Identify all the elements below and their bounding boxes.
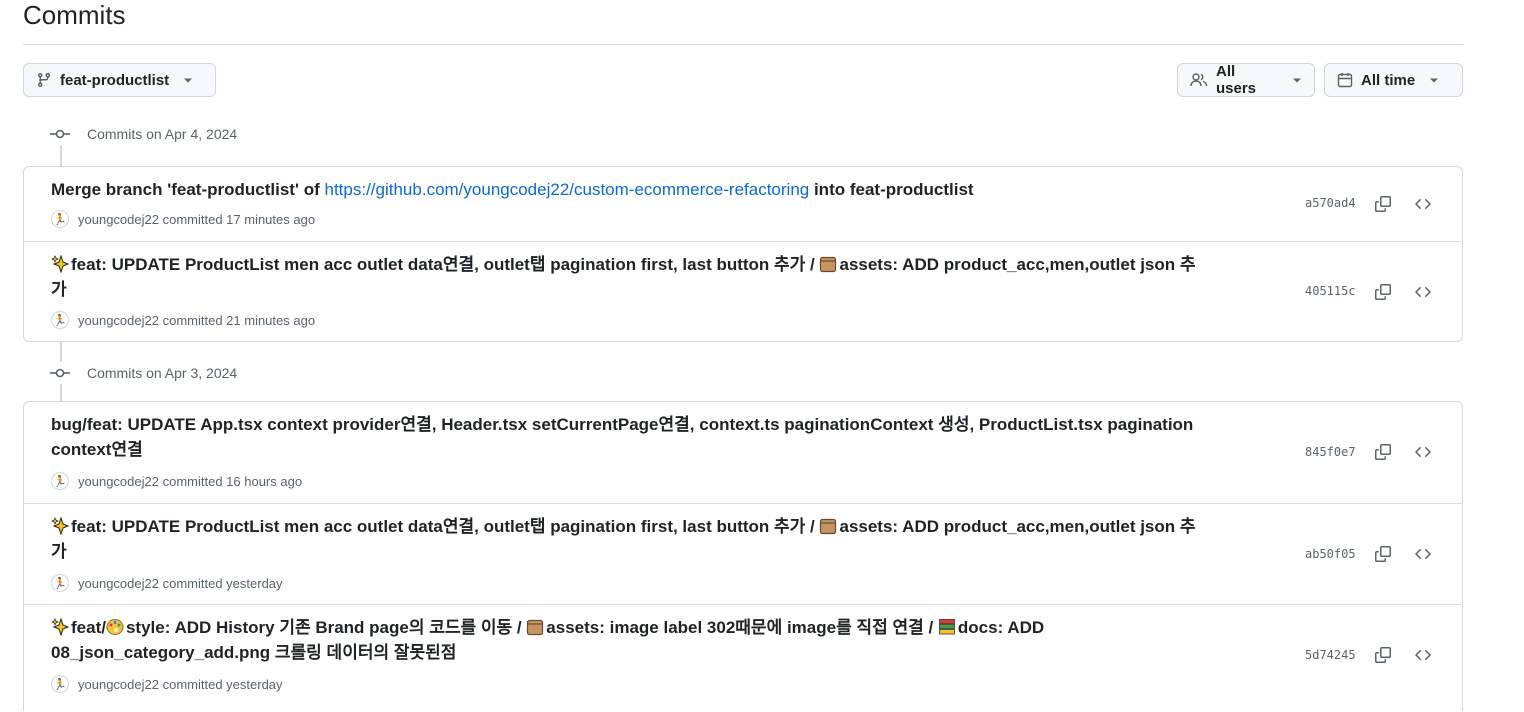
page-title: Commits bbox=[23, 0, 126, 30]
people-icon bbox=[1190, 72, 1208, 88]
package-emoji bbox=[819, 255, 837, 273]
git-commit-icon bbox=[50, 365, 70, 381]
avatar[interactable]: 🏃 bbox=[51, 311, 69, 329]
git-branch-icon bbox=[36, 72, 52, 88]
author-name[interactable]: youngcodej22 bbox=[78, 576, 159, 591]
palette-emoji bbox=[106, 618, 124, 636]
avatar[interactable]: 🏃 bbox=[51, 210, 69, 228]
author-name[interactable]: youngcodej22 bbox=[78, 677, 159, 692]
commit-list: Merge branch 'feat-productlist' of https… bbox=[23, 166, 1463, 342]
title-divider bbox=[23, 44, 1463, 45]
timeline-connector bbox=[60, 146, 62, 166]
code-icon[interactable] bbox=[1412, 644, 1434, 666]
runner-avatar-icon: 🏃 bbox=[53, 678, 67, 691]
avatar[interactable]: 🏃 bbox=[51, 574, 69, 592]
commit-sha[interactable]: a570ad4 bbox=[1305, 196, 1356, 210]
sparkles-emoji bbox=[51, 618, 69, 636]
sparkles-emoji bbox=[51, 517, 69, 535]
commit-message[interactable]: Merge branch 'feat-productlist' of https… bbox=[51, 177, 1211, 202]
avatar[interactable]: 🏃 bbox=[51, 675, 69, 693]
git-commit-icon bbox=[50, 126, 70, 142]
commit-sha[interactable]: 405115c bbox=[1305, 284, 1356, 298]
copy-icon[interactable] bbox=[1372, 644, 1394, 666]
commit-message-text: feat: UPDATE ProductList men acc outlet … bbox=[71, 255, 820, 274]
sparkles-emoji bbox=[51, 255, 69, 273]
commit-row: Merge branch 'feat-productlist' of https… bbox=[24, 167, 1462, 241]
author-name[interactable]: youngcodej22 bbox=[78, 212, 159, 227]
calendar-icon bbox=[1337, 72, 1353, 88]
commit-meta: 🏃 youngcodej22 committed yesterday bbox=[51, 674, 283, 694]
code-icon[interactable] bbox=[1412, 193, 1434, 215]
copy-icon[interactable] bbox=[1372, 543, 1394, 565]
commit-sha[interactable]: ab50f05 bbox=[1305, 547, 1356, 561]
commit-message-text: style: ADD History 기존 Brand page의 코드를 이동… bbox=[125, 618, 527, 637]
package-emoji bbox=[526, 618, 544, 636]
commit-time: committed 16 hours ago bbox=[162, 473, 303, 489]
commit-sha[interactable]: 5d74245 bbox=[1305, 648, 1356, 662]
commit-list: bug/feat: UPDATE App.tsx context provide… bbox=[23, 401, 1463, 711]
copy-icon[interactable] bbox=[1372, 281, 1394, 303]
commit-row: feat: UPDATE ProductList men acc outlet … bbox=[24, 503, 1462, 604]
commit-message[interactable]: feat/style: ADD History 기존 Brand page의 코… bbox=[51, 615, 1211, 665]
copy-icon[interactable] bbox=[1372, 193, 1394, 215]
time-filter-label: All time bbox=[1361, 71, 1416, 89]
users-filter-button[interactable]: All users bbox=[1177, 63, 1315, 97]
runner-avatar-icon: 🏃 bbox=[53, 314, 67, 327]
commit-message[interactable]: feat: UPDATE ProductList men acc outlet … bbox=[51, 252, 1211, 302]
commit-time: committed 17 minutes ago bbox=[162, 211, 316, 227]
commit-message-text: Merge branch 'feat-productlist' of bbox=[51, 180, 325, 199]
commit-message-text: feat: UPDATE ProductList men acc outlet … bbox=[71, 517, 820, 536]
runner-avatar-icon: 🏃 bbox=[53, 213, 67, 226]
commit-message-link[interactable]: https://github.com/youngcodej22/custom-e… bbox=[325, 180, 810, 199]
commit-sha[interactable]: 845f0e7 bbox=[1305, 445, 1356, 459]
group-date: Commits on Apr 3, 2024 bbox=[87, 365, 238, 381]
commit-row: feat: UPDATE ProductList men acc outlet … bbox=[24, 241, 1462, 341]
commit-message[interactable]: feat: UPDATE ProductList men acc outlet … bbox=[51, 514, 1211, 564]
commit-message-text: into feat-productlist bbox=[809, 180, 974, 199]
author-name[interactable]: youngcodej22 bbox=[78, 474, 159, 489]
commit-message-text: assets: image label 302때문에 image를 직접 연결 … bbox=[546, 618, 938, 637]
branch-select-button[interactable]: feat-productlist bbox=[23, 63, 216, 97]
caret-down-icon bbox=[183, 75, 193, 85]
runner-avatar-icon: 🏃 bbox=[53, 475, 67, 488]
commit-group-header: Commits on Apr 4, 2024 bbox=[50, 122, 237, 146]
package-emoji bbox=[819, 517, 837, 535]
commit-time: committed 21 minutes ago bbox=[162, 312, 316, 328]
commit-meta: 🏃 youngcodej22 committed 16 hours ago bbox=[51, 471, 302, 491]
author-name[interactable]: youngcodej22 bbox=[78, 313, 159, 328]
caret-down-icon bbox=[1292, 75, 1302, 85]
books-emoji bbox=[938, 618, 956, 636]
users-filter-label: All users bbox=[1216, 63, 1257, 97]
code-icon[interactable] bbox=[1412, 543, 1434, 565]
code-icon[interactable] bbox=[1412, 281, 1434, 303]
commit-message-text: feat/ bbox=[71, 618, 106, 637]
commit-message[interactable]: bug/feat: UPDATE App.tsx context provide… bbox=[51, 412, 1211, 462]
branch-name: feat-productlist bbox=[60, 71, 170, 89]
code-icon[interactable] bbox=[1412, 441, 1434, 463]
caret-down-icon bbox=[1429, 75, 1439, 85]
group-date: Commits on Apr 4, 2024 bbox=[87, 126, 238, 142]
commit-meta: 🏃 youngcodej22 committed 17 minutes ago bbox=[51, 209, 315, 229]
time-filter-button[interactable]: All time bbox=[1324, 63, 1463, 97]
timeline-connector bbox=[60, 342, 62, 362]
copy-icon[interactable] bbox=[1372, 441, 1394, 463]
commit-time: committed yesterday bbox=[162, 676, 283, 692]
commit-meta: 🏃 youngcodej22 committed 21 minutes ago bbox=[51, 310, 315, 330]
commit-meta: 🏃 youngcodej22 committed yesterday bbox=[51, 573, 283, 593]
commit-group-header: Commits on Apr 3, 2024 bbox=[50, 361, 237, 385]
avatar[interactable]: 🏃 bbox=[51, 472, 69, 490]
commit-row: bug/feat: UPDATE App.tsx context provide… bbox=[24, 402, 1462, 503]
timeline-connector bbox=[60, 384, 62, 401]
commit-row: feat/style: ADD History 기존 Brand page의 코… bbox=[24, 604, 1462, 712]
runner-avatar-icon: 🏃 bbox=[53, 577, 67, 590]
commit-time: committed yesterday bbox=[162, 575, 283, 591]
